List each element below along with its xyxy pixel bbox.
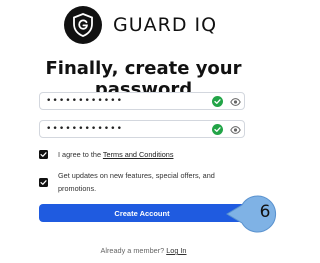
terms-label: I agree to the Terms and Conditions bbox=[58, 148, 173, 161]
brand-name: GUARD IQ bbox=[113, 14, 218, 36]
updates-label: Get updates on new features, special off… bbox=[58, 171, 215, 193]
password-field[interactable] bbox=[39, 92, 245, 110]
updates-checkbox[interactable] bbox=[39, 178, 48, 187]
eye-icon[interactable] bbox=[230, 96, 241, 107]
step-callout-badge bbox=[226, 195, 277, 233]
check-circle-icon bbox=[212, 96, 223, 107]
footer: Already a member? Log In bbox=[0, 246, 287, 255]
terms-link[interactable]: Terms and Conditions bbox=[103, 150, 174, 159]
terms-prefix: I agree to the bbox=[58, 150, 103, 159]
brand-header: GUARD IQ bbox=[64, 6, 217, 44]
confirm-password-field[interactable] bbox=[39, 120, 245, 138]
eye-icon[interactable] bbox=[230, 124, 241, 135]
login-link[interactable]: Log In bbox=[166, 246, 186, 255]
create-account-button[interactable]: Create Account bbox=[39, 204, 245, 222]
password-input[interactable] bbox=[46, 94, 196, 108]
terms-checkbox[interactable] bbox=[39, 150, 48, 159]
step-callout-number: 6 bbox=[259, 202, 271, 222]
footer-prefix: Already a member? bbox=[100, 246, 167, 255]
check-circle-icon bbox=[212, 124, 223, 135]
confirm-password-input[interactable] bbox=[46, 122, 196, 136]
shield-logo-icon bbox=[64, 6, 102, 44]
